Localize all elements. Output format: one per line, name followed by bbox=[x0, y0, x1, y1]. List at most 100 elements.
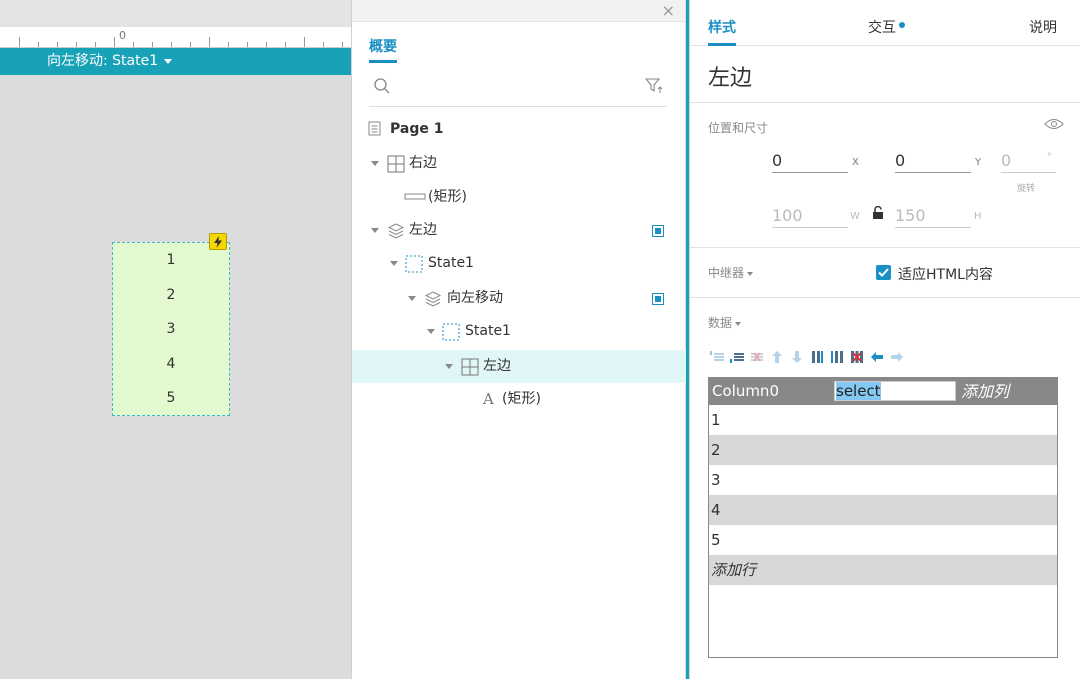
tab-outline[interactable]: 概要 bbox=[369, 36, 397, 63]
current-state-label[interactable]: 向左移动: State1 bbox=[47, 53, 158, 69]
text-icon: A bbox=[483, 390, 494, 408]
expand-arrow-icon[interactable] bbox=[390, 261, 398, 266]
grid-row[interactable]: 5 bbox=[709, 525, 1057, 555]
tree-item-state[interactable]: State1 bbox=[352, 247, 686, 280]
expand-arrow-icon[interactable] bbox=[371, 228, 379, 233]
tab-notes[interactable]: 说明 bbox=[1029, 17, 1057, 37]
fit-html-checkbox[interactable] bbox=[876, 265, 891, 280]
chevron-down-icon[interactable] bbox=[164, 58, 173, 64]
expand-arrow-icon[interactable] bbox=[445, 364, 453, 369]
grid-row[interactable]: 3 bbox=[709, 465, 1057, 495]
state-icon bbox=[442, 323, 460, 341]
insert-column-left-icon[interactable] bbox=[810, 350, 824, 364]
design-canvas[interactable]: 0 向左移动: State1 1 2 3 4 5 bbox=[0, 0, 351, 679]
add-row-button[interactable]: 添加行 bbox=[709, 555, 1057, 585]
selected-text: select bbox=[836, 382, 881, 400]
tree-item-label: 右边 bbox=[409, 155, 437, 171]
move-column-right-icon[interactable] bbox=[890, 350, 904, 364]
canvas-top-strip bbox=[0, 0, 351, 27]
outline-panel: × 概要 Page 1 右边 (矩形) 左边 State1 向左移动 State… bbox=[351, 0, 689, 679]
horizontal-ruler: 0 bbox=[0, 27, 351, 48]
dynamic-panel-icon bbox=[387, 223, 405, 239]
tree-item-dynamic-panel[interactable]: 向左移动 bbox=[352, 282, 686, 315]
grid-row[interactable]: 2 bbox=[709, 435, 1057, 465]
grid-row[interactable]: 1 bbox=[709, 405, 1057, 435]
page-icon bbox=[368, 121, 381, 136]
tree-item-repeater[interactable]: 右边 bbox=[352, 147, 686, 180]
tree-item-label: 左边 bbox=[483, 358, 511, 374]
insert-row-below-icon[interactable] bbox=[730, 350, 744, 364]
widget-name[interactable]: 左边 bbox=[708, 60, 752, 92]
outline-search-bar[interactable] bbox=[369, 70, 667, 107]
rotation-label: 旋转 bbox=[1017, 184, 1036, 194]
expand-arrow-icon[interactable] bbox=[408, 296, 416, 301]
tree-item-repeater-selected[interactable]: 左边 bbox=[352, 350, 686, 383]
delete-column-icon[interactable] bbox=[850, 350, 864, 364]
tree-item-label: (矩形) bbox=[502, 391, 541, 407]
state-selector-bar[interactable]: 向左移动: State1 bbox=[0, 48, 351, 75]
grid-row[interactable]: 4 bbox=[709, 495, 1057, 525]
height-unit: H bbox=[974, 211, 982, 222]
tree-item-label: Page 1 bbox=[390, 121, 444, 137]
chevron-down-icon bbox=[735, 321, 742, 326]
tree-item-dynamic-panel[interactable]: 左边 bbox=[352, 214, 686, 247]
grid-header: Column0 select 添加列 bbox=[709, 378, 1057, 405]
tree-item-text[interactable]: A (矩形) bbox=[352, 383, 686, 416]
visibility-flag-icon[interactable] bbox=[652, 225, 664, 237]
ruler-tick bbox=[228, 42, 229, 47]
tree-item-state[interactable]: State1 bbox=[352, 315, 686, 348]
x-field[interactable]: 0 bbox=[772, 149, 848, 173]
close-icon[interactable]: × bbox=[662, 1, 675, 21]
expand-arrow-icon[interactable] bbox=[371, 161, 379, 166]
insert-row-above-icon[interactable] bbox=[710, 350, 724, 364]
repeater-widget[interactable]: 1 2 3 4 5 bbox=[112, 233, 230, 416]
expand-arrow-icon[interactable] bbox=[427, 329, 435, 334]
x-unit: X bbox=[852, 157, 859, 168]
move-column-left-icon[interactable] bbox=[870, 350, 884, 364]
y-field[interactable]: 0 bbox=[895, 149, 971, 173]
tab-style[interactable]: 样式 bbox=[708, 17, 736, 46]
move-row-up-icon[interactable] bbox=[770, 350, 784, 364]
divider bbox=[690, 102, 1080, 103]
move-row-down-icon[interactable] bbox=[790, 350, 804, 364]
ruler-tick bbox=[342, 42, 343, 47]
rotation-unit: ° bbox=[1047, 152, 1052, 163]
tab-interaction[interactable]: 交互 bbox=[868, 17, 905, 37]
outline-header-strip: × bbox=[352, 0, 685, 22]
tree-item-label: State1 bbox=[465, 323, 511, 339]
eye-icon[interactable] bbox=[1044, 118, 1064, 130]
repeater-section-label: 中继器 bbox=[708, 266, 745, 280]
y-unit: Y bbox=[975, 157, 982, 168]
search-icon[interactable] bbox=[373, 77, 391, 95]
inspector-tabs: 样式 交互 说明 bbox=[690, 0, 1080, 46]
data-toolbar bbox=[710, 348, 904, 366]
insert-column-right-icon[interactable] bbox=[830, 350, 844, 364]
tree-item-rectangle[interactable]: (矩形) bbox=[352, 181, 686, 214]
data-section-toggle[interactable]: 数据 bbox=[708, 314, 742, 331]
ruler-tick bbox=[152, 42, 153, 47]
column-name-input[interactable]: select bbox=[834, 381, 956, 401]
tree-item-label: State1 bbox=[428, 255, 474, 271]
ruler-tick bbox=[285, 42, 286, 47]
repeater-data-grid[interactable]: Column0 select 添加列 1 2 3 4 5 添加行 bbox=[708, 377, 1058, 658]
fit-html-label[interactable]: 适应HTML内容 bbox=[898, 264, 993, 284]
data-section-label: 数据 bbox=[708, 316, 733, 330]
interaction-bolt-icon[interactable] bbox=[209, 233, 227, 250]
height-field[interactable]: 150 bbox=[895, 204, 971, 228]
column-header[interactable]: Column0 bbox=[712, 378, 779, 405]
ruler-tick bbox=[266, 42, 267, 47]
repeater-icon bbox=[387, 155, 405, 173]
ruler-tick bbox=[171, 42, 172, 47]
ruler-tick bbox=[247, 42, 248, 47]
tree-item-label: 向左移动 bbox=[447, 290, 503, 306]
filter-icon[interactable] bbox=[645, 78, 663, 94]
visibility-flag-icon[interactable] bbox=[652, 293, 664, 305]
repeater-section-toggle[interactable]: 中继器 bbox=[708, 264, 754, 281]
tree-item-label: 左边 bbox=[409, 222, 437, 238]
ruler-tick bbox=[19, 37, 20, 47]
delete-row-icon[interactable] bbox=[750, 350, 764, 364]
unlock-icon[interactable] bbox=[872, 206, 884, 220]
width-field[interactable]: 100 bbox=[772, 204, 848, 228]
tree-item-page[interactable]: Page 1 bbox=[352, 113, 686, 146]
add-column-button[interactable]: 添加列 bbox=[961, 378, 1009, 405]
